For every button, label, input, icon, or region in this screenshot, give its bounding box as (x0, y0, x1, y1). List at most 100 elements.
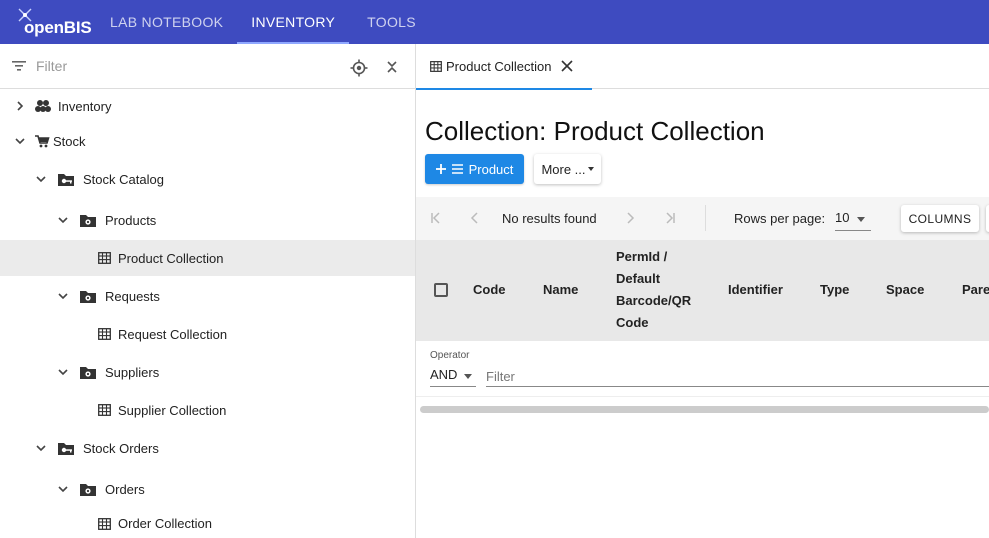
tree-item-label: Requests (105, 288, 160, 304)
first-page-icon[interactable] (430, 212, 442, 224)
folder-key-icon (58, 443, 74, 455)
folder-settings-icon (80, 367, 96, 379)
table-filter-row: Operator AND Filter (416, 341, 989, 397)
table-icon (98, 404, 111, 416)
table-icon (98, 252, 111, 264)
tree-item-label: Stock (53, 133, 86, 149)
table-icon (430, 61, 442, 72)
column-header-identifier[interactable]: Identifier (728, 279, 783, 301)
chevron-down-icon[interactable] (14, 135, 26, 147)
logo-text: openBIS (24, 18, 92, 37)
folder-settings-icon (80, 484, 96, 496)
more-button[interactable]: More ... (534, 154, 601, 184)
sidebar: Filter Inventory Stock Stock Catalog Pro… (0, 44, 416, 538)
filter-icon (12, 61, 26, 71)
column-header-type[interactable]: Type (820, 279, 849, 301)
permid-line-2: Default (616, 271, 661, 286)
column-header-permid[interactable]: PermId / Default Barcode/QR Code (616, 246, 691, 334)
tree-item-label: Stock Catalog (83, 171, 164, 187)
tree-item-label: Request Collection (118, 326, 228, 342)
permid-line-4: Code (616, 315, 649, 330)
permid-line-3: Barcode/QR (616, 293, 692, 308)
close-icon[interactable] (560, 59, 574, 73)
operator-value: AND (430, 367, 458, 382)
chevron-down-icon[interactable] (57, 214, 69, 226)
operator-select[interactable]: AND (430, 365, 476, 387)
dropdown-arrow-icon (464, 374, 472, 379)
last-page-icon[interactable] (664, 212, 676, 224)
chevron-down-icon[interactable] (57, 483, 69, 495)
chevron-down-icon[interactable] (35, 442, 47, 454)
folder-settings-icon (80, 215, 96, 227)
tree-item-label: Orders (105, 481, 145, 497)
tree-item-label: Stock Orders (83, 440, 159, 456)
rows-per-page-label: Rows per page: (734, 211, 826, 226)
tree-item-suppliers[interactable]: Suppliers (0, 354, 415, 390)
top-navigation-bar: openBIS LAB NOTEBOOK INVENTORY TOOLS (0, 0, 989, 44)
add-product-label: Product (468, 161, 514, 177)
pagination-bar: No results found Rows per page: 10 COLUM… (416, 197, 989, 240)
folder-key-icon (58, 174, 74, 186)
tree-item-products[interactable]: Products (0, 202, 415, 238)
tree-item-label: Supplier Collection (118, 402, 227, 418)
tree-item-order-collection[interactable]: Order Collection (0, 509, 415, 538)
rows-per-page-select[interactable]: 10 (835, 205, 871, 231)
column-filter-input[interactable]: Filter (486, 365, 989, 387)
sidebar-filter-input[interactable]: Filter (36, 58, 67, 74)
tree-item-orders[interactable]: Orders (0, 471, 415, 507)
tree-item-product-collection[interactable]: Product Collection (0, 240, 415, 276)
columns-button[interactable]: COLUMNS (901, 205, 979, 232)
open-tabs-strip: Product Collection (416, 44, 989, 90)
open-tab-product-collection[interactable]: Product Collection (416, 44, 592, 90)
nav-tab-inventory[interactable]: INVENTORY (237, 0, 350, 44)
chevron-down-icon[interactable] (57, 366, 69, 378)
chevron-down-icon[interactable] (35, 173, 47, 185)
cart-icon (35, 135, 50, 148)
tree-item-stock-catalog[interactable]: Stock Catalog (0, 161, 415, 197)
add-list-icon (435, 164, 463, 174)
main-panel: Product Collection Collection: Product C… (416, 44, 989, 538)
operator-label: Operator (430, 350, 470, 361)
select-all-checkbox[interactable] (434, 283, 448, 297)
tree-item-stock-orders[interactable]: Stock Orders (0, 430, 415, 466)
tree-item-requests[interactable]: Requests (0, 278, 415, 314)
chevron-right-icon[interactable] (14, 100, 26, 112)
next-page-icon[interactable] (624, 212, 636, 224)
table-icon (98, 517, 111, 530)
column-header-parents[interactable]: Pare (962, 279, 989, 301)
collapse-all-icon[interactable] (385, 60, 399, 74)
pager-divider (705, 205, 706, 231)
horizontal-scrollbar[interactable] (420, 406, 989, 413)
table-header: Code Name PermId / Default Barcode/QR Co… (416, 240, 989, 341)
caret-down-icon (587, 167, 594, 171)
tree-item-request-collection[interactable]: Request Collection (0, 316, 415, 352)
inventory-icon (35, 100, 51, 112)
results-status: No results found (502, 211, 597, 226)
more-label: More ... (541, 161, 586, 177)
column-header-space[interactable]: Space (886, 279, 924, 301)
table-icon (98, 328, 111, 340)
tree-item-label: Inventory (58, 98, 112, 114)
add-product-button[interactable]: Product (425, 154, 524, 184)
dropdown-arrow-icon (857, 217, 865, 222)
chevron-down-icon[interactable] (57, 290, 69, 302)
column-header-name[interactable]: Name (543, 279, 578, 301)
tree-item-stock[interactable]: Stock (0, 123, 415, 159)
previous-page-icon[interactable] (469, 212, 481, 224)
tree-item-label: Order Collection (118, 516, 212, 531)
open-tab-label: Product Collection (446, 59, 552, 74)
column-header-code[interactable]: Code (473, 279, 506, 301)
tree-item-label: Suppliers (105, 364, 160, 380)
rows-per-page-value: 10 (835, 210, 850, 225)
tree-item-supplier-collection[interactable]: Supplier Collection (0, 392, 415, 428)
page-title: Collection: Product Collection (425, 116, 765, 146)
nav-tab-lab-notebook[interactable]: LAB NOTEBOOK (98, 0, 237, 44)
folder-settings-icon (80, 291, 96, 303)
locate-icon[interactable] (350, 59, 368, 77)
tree-item-label: Product Collection (118, 250, 224, 266)
tree-item-label: Products (105, 212, 157, 228)
tree-item-inventory[interactable]: Inventory (0, 88, 415, 124)
nav-tab-tools[interactable]: TOOLS (349, 0, 430, 44)
permid-line-1: PermId / (616, 249, 668, 264)
app-logo[interactable]: openBIS (0, 0, 98, 44)
